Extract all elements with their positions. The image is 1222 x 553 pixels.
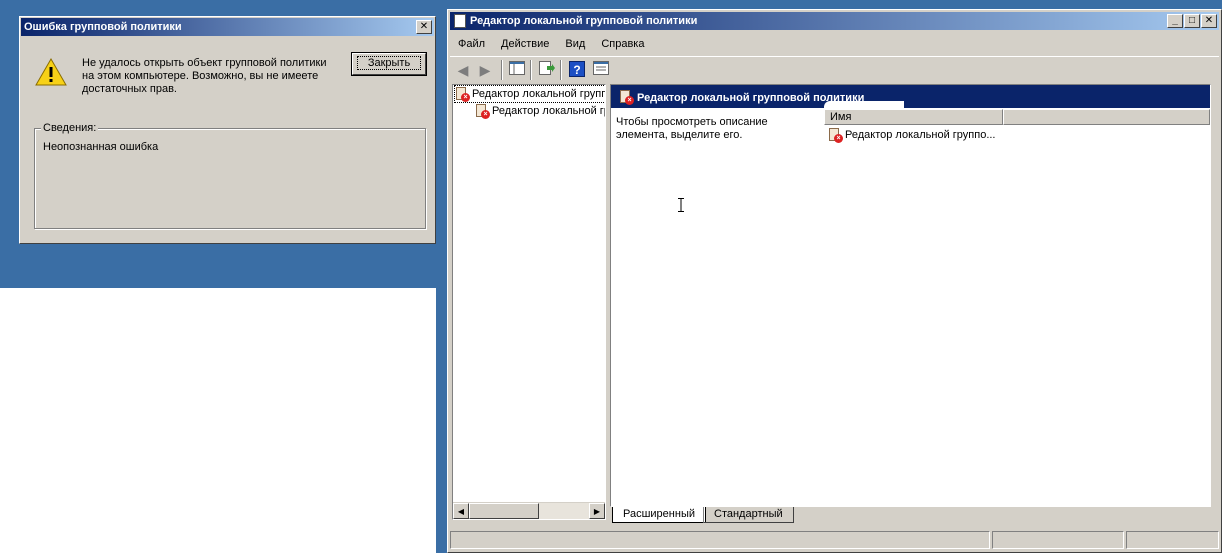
description-line: элемента, выделите его. — [616, 129, 743, 141]
document-icon — [454, 14, 466, 28]
scroll-left-icon[interactable]: ◀ — [453, 503, 469, 519]
tree-pane[interactable]: × Редактор локальной групповой политики … — [452, 84, 606, 520]
gpedit-title: Редактор локальной групповой политики — [470, 15, 698, 27]
minimize-button[interactable]: _ — [1167, 14, 1183, 28]
gpo-error-icon: × — [475, 104, 490, 119]
gpedit-window: Редактор локальной групповой политики _ … — [447, 9, 1222, 553]
list-item[interactable]: × Редактор локальной группо... — [828, 127, 996, 143]
tree-item-label: Редактор локальной групповой политики — [472, 88, 605, 100]
export-list-icon[interactable] — [538, 61, 556, 79]
error-dialog: Ошибка групповой политики ✕ Не удалось о… — [19, 16, 436, 244]
tree-horizontal-scrollbar[interactable]: ◀ ▶ — [453, 502, 605, 519]
gpo-error-icon: × — [455, 87, 470, 102]
status-cell — [450, 531, 990, 549]
close-button-label: Закрыть — [356, 56, 422, 70]
warning-icon — [35, 57, 67, 86]
tab-extended[interactable]: Расширенный — [612, 507, 706, 523]
details-label: Сведения: — [41, 122, 99, 134]
error-message: Не удалось открыть объект групповой поли… — [82, 57, 352, 96]
menu-action[interactable]: Действие — [493, 34, 557, 54]
menu-bar: Файл Действие Вид Справка — [450, 34, 652, 54]
show-hide-tree-icon[interactable] — [508, 61, 526, 79]
error-message-line: на этом компьютере. Возможно, вы не имее… — [82, 70, 319, 82]
error-message-line: Не удалось открыть объект групповой поли… — [82, 57, 327, 69]
properties-icon[interactable] — [592, 61, 610, 79]
tree-item-label: Редактор локальной групповой политики — [492, 105, 605, 117]
column-name[interactable]: Имя — [824, 109, 1003, 125]
gpo-error-icon: × — [828, 128, 843, 143]
dialog-close-x-button[interactable]: ✕ — [416, 20, 432, 34]
error-message-line: достаточных прав. — [82, 83, 177, 95]
close-button[interactable]: Закрыть — [351, 52, 427, 76]
item-list[interactable]: Имя × Редактор локальной группо... — [824, 109, 1210, 506]
menu-view[interactable]: Вид — [557, 34, 593, 54]
details-groupbox: Сведения: Неопознанная ошибка — [34, 122, 426, 229]
list-item-label: Редактор локальной группо... — [845, 129, 996, 141]
list-column-header: Имя — [824, 109, 1210, 125]
tab-standard[interactable]: Стандартный — [703, 507, 794, 523]
content-pane: × Редактор локальной групповой политики … — [610, 84, 1211, 507]
column-empty[interactable] — [1003, 109, 1210, 125]
svg-text:?: ? — [573, 63, 580, 77]
tree-item-child[interactable]: × Редактор локальной групповой политики — [475, 103, 605, 119]
status-cell — [1126, 531, 1219, 549]
maximize-button[interactable]: □ — [1184, 14, 1200, 28]
details-text: Неопознанная ошибка — [43, 141, 159, 153]
tree-item-root[interactable]: × Редактор локальной групповой политики — [454, 85, 605, 103]
error-dialog-titlebar[interactable]: Ошибка групповой политики ✕ — [21, 18, 434, 36]
error-dialog-title: Ошибка групповой политики — [24, 21, 182, 33]
status-cell — [992, 531, 1124, 549]
description-line: Чтобы просмотреть описание — [616, 116, 768, 128]
status-bar — [450, 530, 1219, 550]
gpedit-titlebar[interactable]: Редактор локальной групповой политики _ … — [450, 12, 1219, 30]
menu-help[interactable]: Справка — [593, 34, 652, 54]
scroll-right-icon[interactable]: ▶ — [589, 503, 605, 519]
gpo-error-icon: × — [619, 90, 634, 105]
forward-arrow-icon[interactable]: ▶ — [476, 61, 494, 79]
toolbar-separator — [530, 60, 532, 80]
text-cursor-icon — [678, 198, 684, 212]
toolbar-separator — [501, 60, 503, 80]
back-arrow-icon[interactable]: ◀ — [454, 61, 472, 79]
menu-file[interactable]: Файл — [450, 34, 493, 54]
scroll-thumb[interactable] — [469, 503, 539, 519]
toolbar-separator — [560, 60, 562, 80]
description-text: Чтобы просмотреть описание элемента, выд… — [616, 116, 816, 142]
window-close-button[interactable]: ✕ — [1201, 14, 1217, 28]
toolbar: ◀ ▶ ? — [450, 56, 1219, 82]
content-header: × Редактор локальной групповой политики — [611, 85, 1210, 108]
help-icon[interactable]: ? — [568, 61, 586, 79]
